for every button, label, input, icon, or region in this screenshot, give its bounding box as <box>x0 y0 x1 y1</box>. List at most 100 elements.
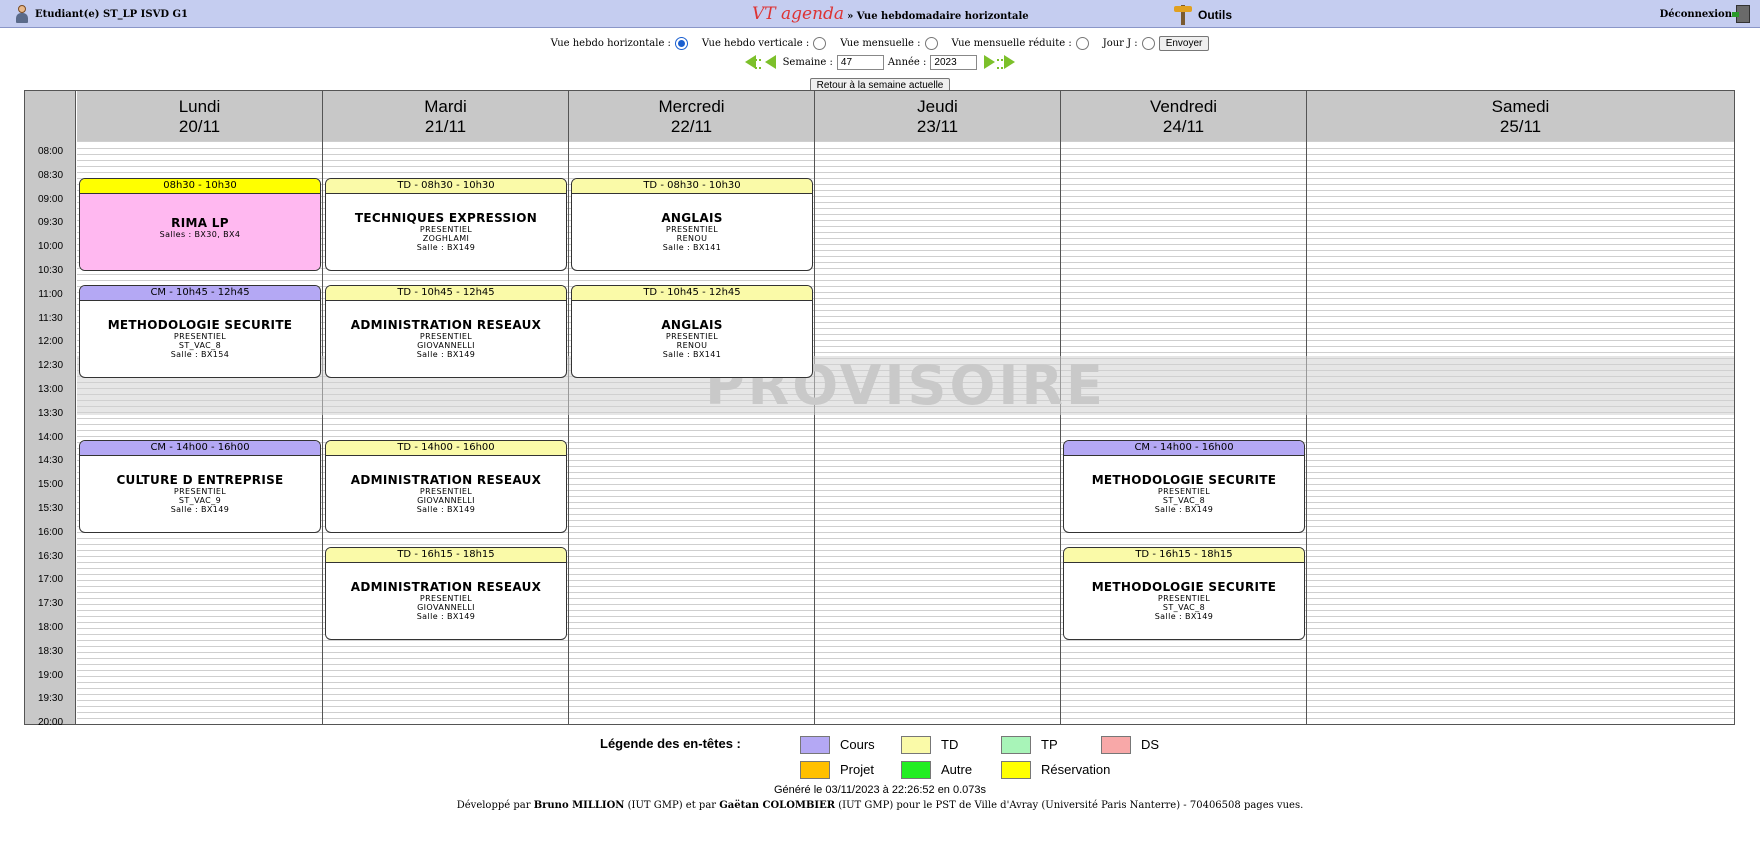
time-label: 16:30 <box>37 550 64 562</box>
view-vertical-radio[interactable] <box>813 37 827 50</box>
day-date: 21/11 <box>424 117 467 136</box>
legend-label: Projet <box>840 762 874 777</box>
course-event[interactable]: TD - 08h30 - 10h30 ANGLAIS PRESENTIEL RENOU… <box>571 177 813 271</box>
time-label: 14:30 <box>37 455 64 467</box>
course-event[interactable]: TD - 08h30 - 10h30 TECHNIQUES EXPRESSION P… <box>325 177 567 271</box>
event-header: TD - 16h15 - 18h15 <box>326 547 566 563</box>
time-slots <box>815 141 1060 724</box>
view-monthly-radio[interactable] <box>924 37 938 50</box>
tools-icon[interactable] <box>1172 4 1194 26</box>
event-detail: Salle : BX141 <box>662 349 722 359</box>
prev-multi-week-arrow-icon[interactable] <box>743 54 761 70</box>
event-header: TD - 08h30 - 10h30 <box>572 178 812 194</box>
time-label: 15:30 <box>37 502 64 514</box>
view-vertical-label: Vue hebdo verticale : <box>701 38 810 49</box>
day-name: Jeudi <box>917 97 958 116</box>
tools-menu[interactable]: Outils <box>1172 4 1232 26</box>
course-event[interactable]: TD - 10h45 - 12h45 ANGLAIS PRESENTIEL RENOU… <box>571 284 813 378</box>
event-title: RIMA LP <box>171 215 229 230</box>
day-header: Vendredi 24/11 <box>1061 91 1306 141</box>
event-title: METHODOLOGIE SECURITE <box>1091 579 1277 594</box>
course-event[interactable]: TD - 14h00 - 16h00 ADMINISTRATION RESEAUX… <box>325 439 567 533</box>
event-title: METHODOLOGIE SECURITE <box>107 317 293 332</box>
send-button[interactable]: Envoyer <box>1158 36 1210 51</box>
time-label: 09:00 <box>37 193 64 205</box>
week-input[interactable]: 47 <box>836 54 884 70</box>
logout-label[interactable]: Déconnexion <box>1660 9 1732 20</box>
week-navigation: Semaine : 47 Année : 2023 <box>0 54 1760 70</box>
author-2: Gaëtan COLOMBIER <box>719 800 836 811</box>
event-title: METHODOLOGIE SECURITE <box>1091 472 1277 487</box>
tools-label[interactable]: Outils <box>1198 8 1232 22</box>
time-label: 12:00 <box>37 336 64 348</box>
time-label: 16:00 <box>37 526 64 538</box>
course-event[interactable]: TD - 16h15 - 18h15 ADMINISTRATION RESEAUX… <box>325 546 567 640</box>
course-event[interactable]: TD - 16h15 - 18h15 METHODOLOGIE SECURITE P… <box>1063 546 1305 640</box>
legend-swatch <box>901 761 931 779</box>
event-body: ADMINISTRATION RESEAUX PRESENTIEL GIOVANNE… <box>326 563 566 639</box>
day-name: Mardi <box>424 97 467 116</box>
view-horizontal-radio[interactable] <box>674 37 688 50</box>
day-name: Samedi <box>1491 97 1550 116</box>
legend-label: TP <box>1041 737 1058 752</box>
time-label: 18:00 <box>37 621 64 633</box>
time-label: 08:30 <box>37 169 64 181</box>
time-label: 14:00 <box>37 431 64 443</box>
event-body: ADMINISTRATION RESEAUX PRESENTIEL GIOVANNE… <box>326 456 566 532</box>
event-body: ADMINISTRATION RESEAUX PRESENTIEL GIOVANNE… <box>326 301 566 377</box>
view-day-radio[interactable] <box>1141 37 1155 50</box>
event-detail: Salle : BX149 <box>416 611 476 621</box>
course-event[interactable]: CM - 14h00 - 16h00 CULTURE D ENTREPRISE PR… <box>79 439 321 533</box>
logout-link[interactable]: Déconnexion <box>1660 5 1750 23</box>
course-event[interactable]: TD - 10h45 - 12h45 ADMINISTRATION RESEAUX… <box>325 284 567 378</box>
day-name: Vendredi <box>1149 97 1218 116</box>
event-title: ADMINISTRATION RESEAUX <box>350 472 542 487</box>
event-detail: ZOGHLAMI <box>422 233 470 243</box>
day-name: Mercredi <box>658 97 725 116</box>
event-header: 08h30 - 10h30 <box>80 178 320 194</box>
event-header: TD - 10h45 - 12h45 <box>326 285 566 301</box>
year-label: Année : <box>887 56 927 68</box>
legend-label: Autre <box>941 762 973 777</box>
legend-swatch <box>1101 736 1131 754</box>
prev-week-arrow-icon[interactable] <box>763 54 779 70</box>
course-event[interactable]: CM - 14h00 - 16h00 METHODOLOGIE SECURITE P… <box>1063 439 1305 533</box>
event-title: ANGLAIS <box>661 317 723 332</box>
event-detail: ST_VAC_8 <box>1162 602 1206 612</box>
course-event[interactable]: CM - 10h45 - 12h45 METHODOLOGIE SECURITE P… <box>79 284 321 378</box>
event-detail: PRESENTIEL <box>665 224 719 234</box>
event-detail: ST_VAC_9 <box>178 495 222 505</box>
event-detail: Salle : BX141 <box>662 242 722 252</box>
day-name: Lundi <box>178 97 221 116</box>
event-detail: Salle : BX149 <box>416 242 476 252</box>
time-label: 12:30 <box>37 360 64 372</box>
brand-logo[interactable]: VT agenda <box>752 4 844 24</box>
event-body: METHODOLOGIE SECURITE PRESENTIEL ST_VAC_8 S… <box>1064 563 1304 639</box>
event-header: TD - 10h45 - 12h45 <box>572 285 812 301</box>
event-body: ANGLAIS PRESENTIEL RENOU Salle : BX141 <box>572 301 812 377</box>
next-multi-week-arrow-icon[interactable] <box>997 54 1017 70</box>
event-body: METHODOLOGIE SECURITE PRESENTIEL ST_VAC_8 S… <box>1064 456 1304 532</box>
event-header: CM - 14h00 - 16h00 <box>80 440 320 456</box>
day-header: Lundi 20/11 <box>77 91 322 141</box>
legend: Légende des en-têtes : Cours TD TP DS Projet… <box>600 736 1160 784</box>
year-input[interactable]: 2023 <box>930 54 978 70</box>
logout-door-icon[interactable] <box>1732 5 1750 23</box>
view-monthly-reduced-radio[interactable] <box>1075 37 1089 50</box>
legend-swatch <box>1001 761 1031 779</box>
day-date: 20/11 <box>178 117 221 136</box>
event-detail: Salle : BX149 <box>1154 611 1214 621</box>
event-detail: PRESENTIEL <box>419 331 473 341</box>
event-header: TD - 14h00 - 16h00 <box>326 440 566 456</box>
event-header: TD - 08h30 - 10h30 <box>326 178 566 194</box>
day-header: Jeudi 23/11 <box>815 91 1060 141</box>
course-event[interactable]: 08h30 - 10h30 RIMA LP Salles : BX30, BX4 <box>79 177 321 271</box>
view-selector: Vue hebdo horizontale : Vue hebdo vertic… <box>0 36 1760 51</box>
week-label: Semaine : <box>782 56 833 68</box>
event-detail: ST_VAC_8 <box>178 340 222 350</box>
credits-mid: (IUT GMP) et par <box>627 800 717 811</box>
event-header: TD - 16h15 - 18h15 <box>1064 547 1304 563</box>
developer-credits: Développé par Bruno MILLION (IUT GMP) et… <box>0 800 1760 811</box>
event-detail: PRESENTIEL <box>173 486 227 496</box>
next-week-arrow-icon[interactable] <box>981 54 997 70</box>
